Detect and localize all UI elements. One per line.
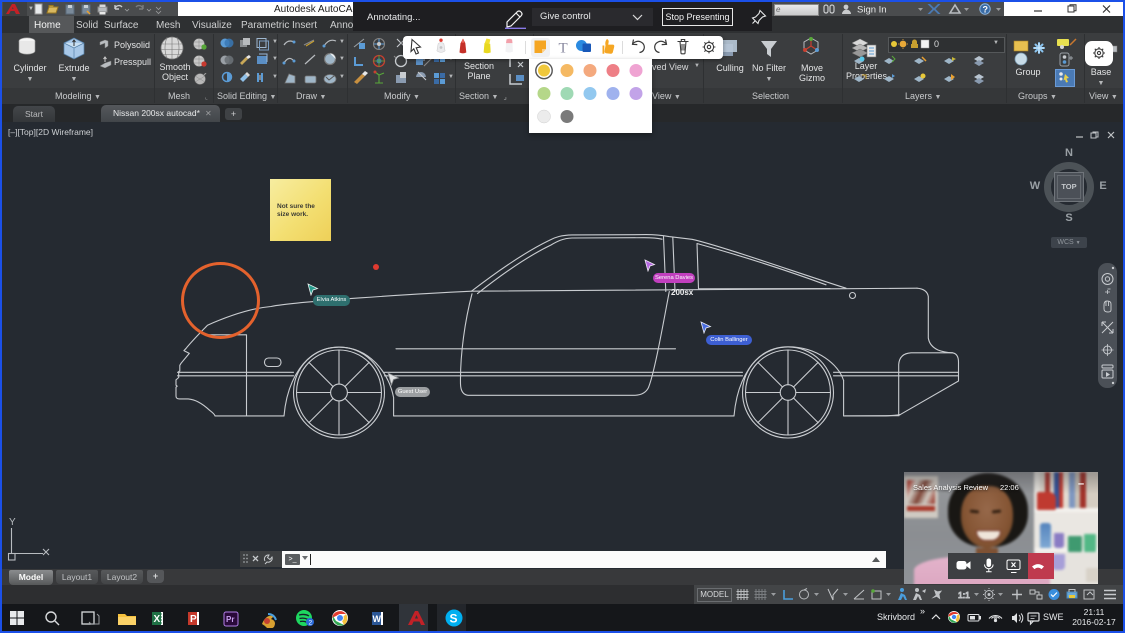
svg-text:W: W — [373, 614, 382, 624]
svg-text:200sx: 200sx — [671, 288, 694, 297]
svg-text:2: 2 — [309, 620, 313, 627]
svg-text:Pr: Pr — [226, 615, 234, 624]
svg-text:P: P — [190, 614, 197, 625]
svg-text:T: T — [559, 41, 568, 57]
svg-text:X: X — [154, 614, 161, 625]
svg-text:S: S — [450, 612, 458, 626]
svg-text:1:1: 1:1 — [958, 590, 970, 600]
svg-text:Y: Y — [9, 517, 16, 528]
